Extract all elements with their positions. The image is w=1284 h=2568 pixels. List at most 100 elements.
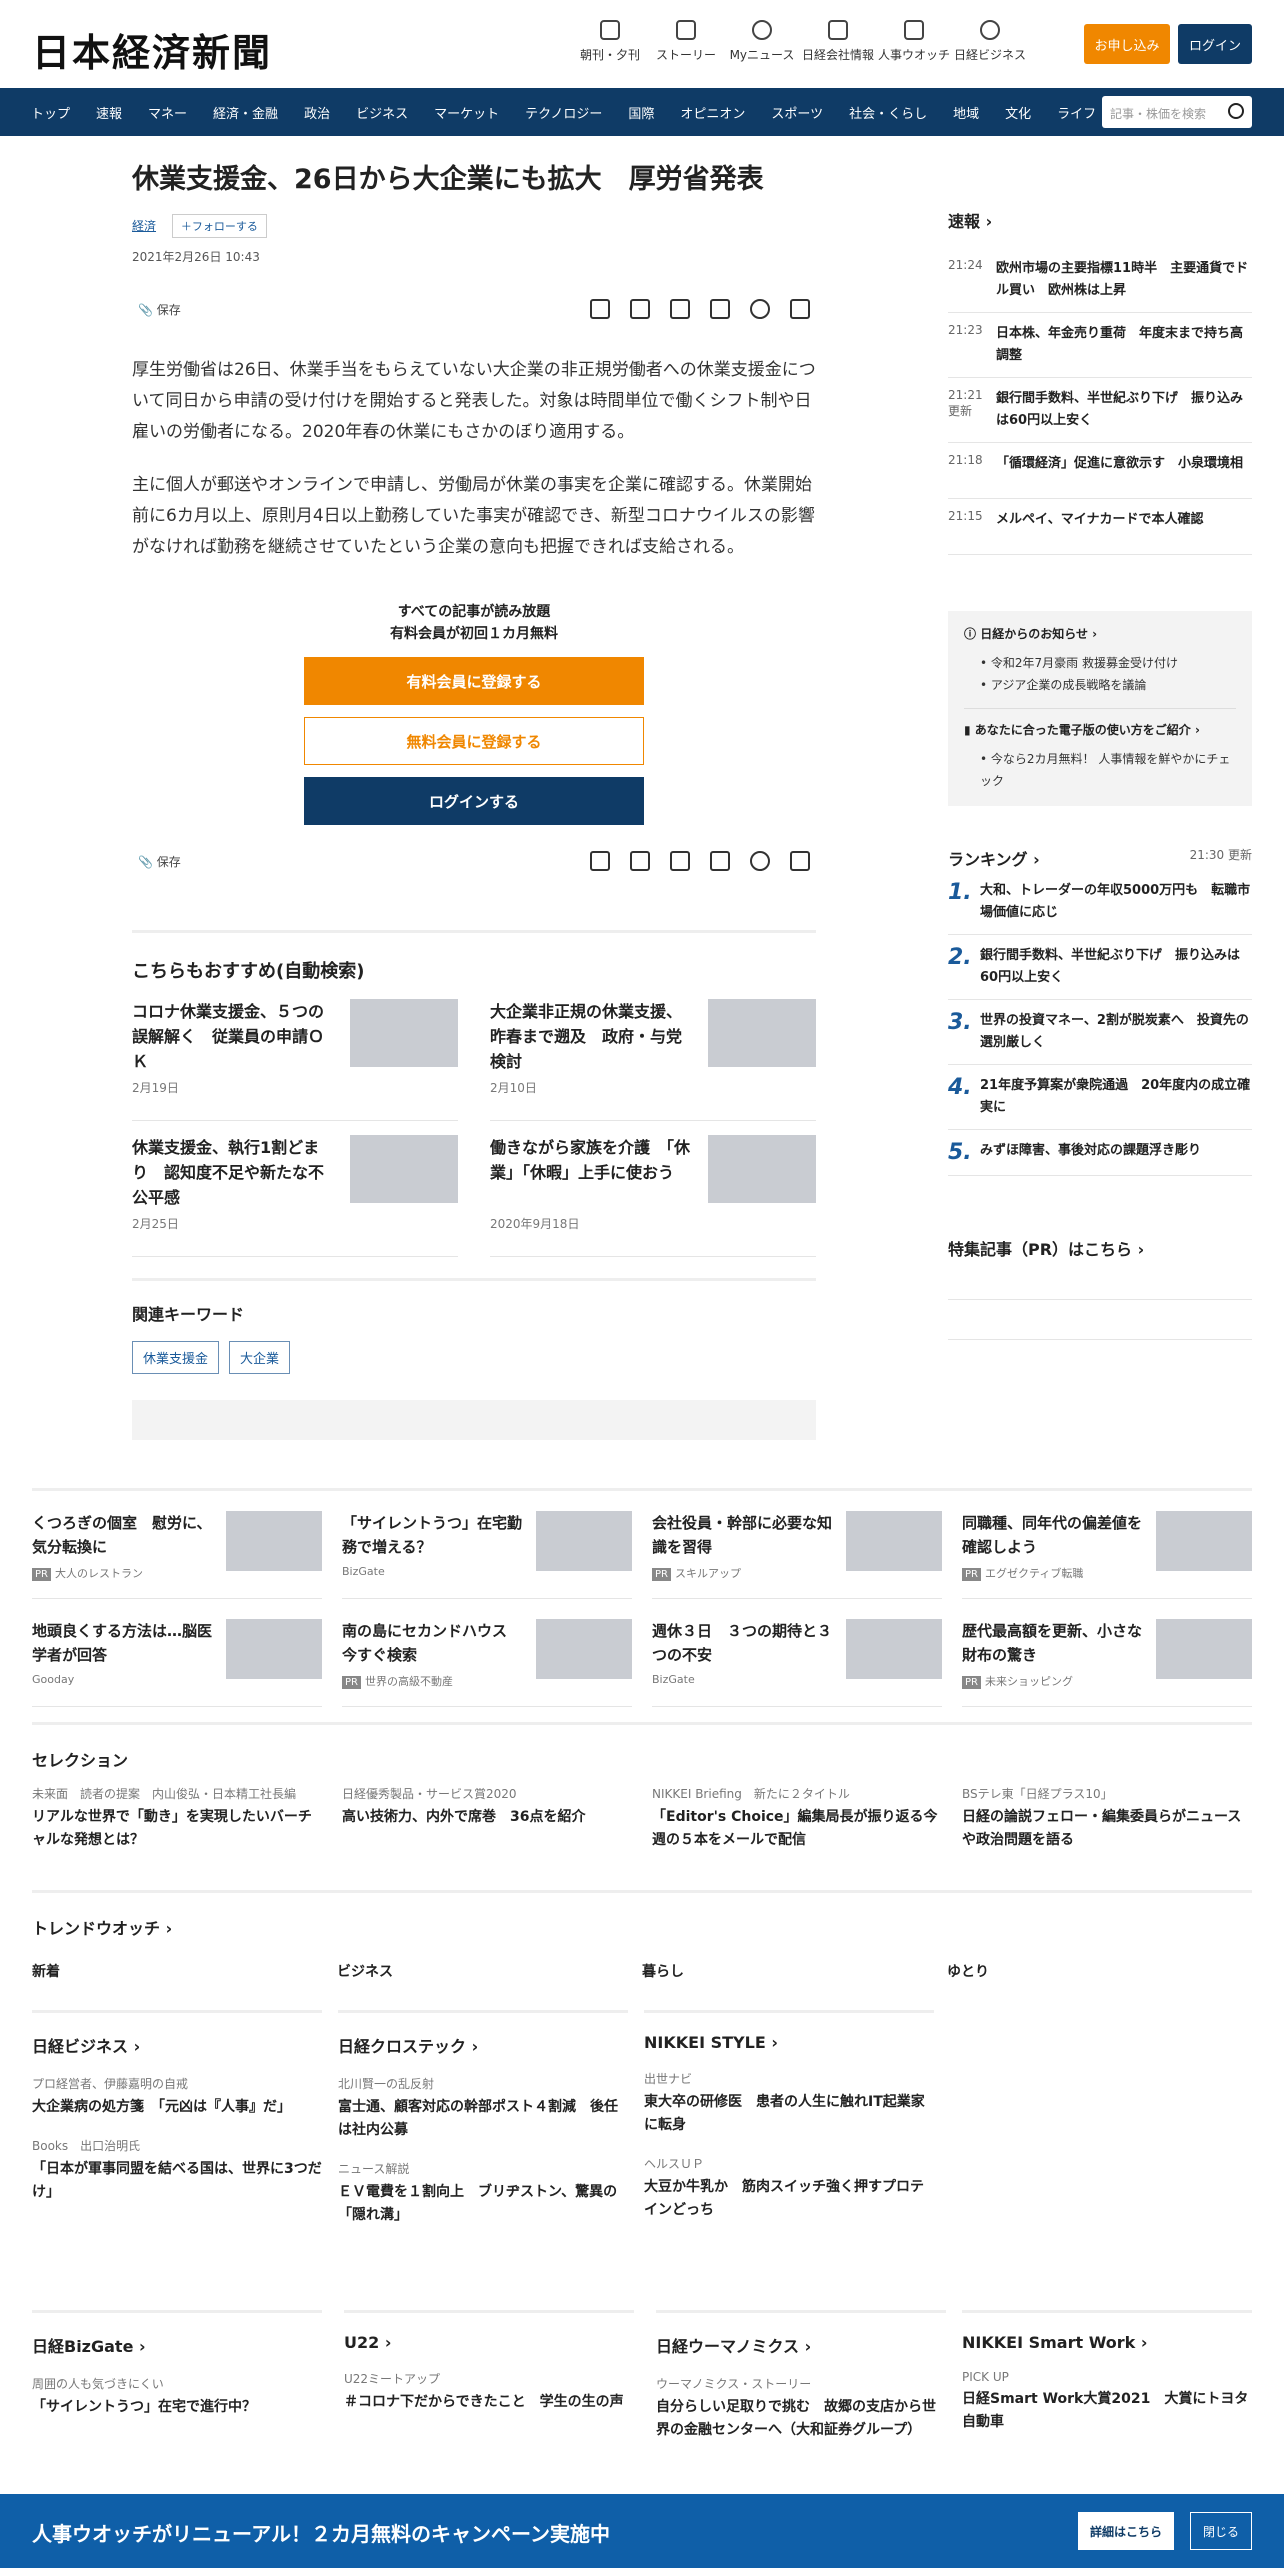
flash-item[interactable]: 21:23 日本株、年金売り重荷 年度末まで持ち高調整 (948, 313, 1252, 378)
share-icon[interactable] (790, 299, 810, 319)
media-entry[interactable]: 周囲の人も気づきにくい 「サイレントうつ」在宅で進行中？ (32, 2375, 322, 2419)
mail-icon[interactable] (630, 851, 650, 871)
flash-item[interactable]: 21:18 「循環経済」促進に意欲示す 小泉環境相 (948, 443, 1252, 499)
ranking-title[interactable]: ランキング › (948, 846, 1040, 870)
nav-my-news[interactable]: Myニュース (724, 20, 800, 63)
media-entry[interactable]: ヘルスＵＰ 大豆か牛乳か 筋肉スイッチ強く押すプロテインどっち (644, 2155, 934, 2222)
flash-item[interactable]: 21:24 欧州市場の主要指標11時半 主要通貨でドル買い 欧州株は上昇 (948, 248, 1252, 313)
ranking-item[interactable]: 4. 21年度予算案が衆院通過 20年度内の成立確実に (948, 1065, 1252, 1130)
trend-tab[interactable]: ビジネス (337, 1961, 642, 1981)
ranking-item[interactable]: 3. 世界の投資マネー、2割が脱炭素へ 投資先の選別厳しく (948, 1000, 1252, 1065)
ad-card[interactable]: 会社役員・幹部に必要な知識を習得 PR スキルアップ (652, 1511, 942, 1599)
recommend-card[interactable]: 大企業非正規の休業支援、昨春まで遡及 政府・与党検討 2月10日 (490, 999, 816, 1121)
gnav-item[interactable]: ビジネス (343, 103, 421, 122)
twitter-icon[interactable] (710, 299, 730, 319)
gnav-item[interactable]: ライフ (1044, 103, 1109, 122)
bookmark-icon[interactable] (670, 851, 690, 871)
ad-card[interactable]: 同職種、同年代の偏差値を確認しよう PR エグゼクティブ転職 (962, 1511, 1252, 1599)
gnav-item[interactable]: 政治 (291, 103, 343, 122)
media-entry[interactable]: Books 出口治明氏 「日本が軍事同盟を結べる国は、世界に3つだけ」 (32, 2137, 322, 2204)
media-head[interactable]: NIKKEI Smart Work › (962, 2310, 1252, 2352)
gnav-item[interactable]: トップ (18, 103, 83, 122)
notice-item[interactable]: • アジア企業の成長戦略を議論 (980, 674, 1236, 696)
gnav-item[interactable]: スポーツ (758, 103, 836, 122)
share-icon[interactable] (790, 851, 810, 871)
flash-item[interactable]: 21:15 メルペイ、マイナカードで本人確認 (948, 499, 1252, 555)
media-head[interactable]: NIKKEI STYLE › (644, 2010, 934, 2052)
save-button[interactable]: 📎 保存 (138, 853, 181, 870)
gnav-item[interactable]: 国際 (615, 103, 667, 122)
media-head[interactable]: 日経ウーマノミクス › (656, 2310, 946, 2357)
media-entry[interactable]: プロ経営者、伊藤嘉明の自戒 大企業病の処方箋 「元凶は『人事』だ」 (32, 2075, 322, 2119)
gnav-item[interactable]: 経済・金融 (200, 103, 291, 122)
banner-close-button[interactable]: 閉じる (1190, 2512, 1252, 2550)
keyword-tag[interactable]: 大企業 (229, 1341, 291, 1374)
selection-item[interactable]: 未来面 読者の提案 内山俊弘・日本精工社長編 リアルな世界で「動き」を実現したいバ… (32, 1785, 322, 1852)
follow-button[interactable]: ＋フォローする (171, 214, 267, 238)
ad-card[interactable]: 「サイレントうつ」在宅勤務で増える？ BizGate (342, 1511, 632, 1599)
gnav-item[interactable]: 文化 (992, 103, 1044, 122)
gnav-item[interactable]: テクノロジー (512, 103, 615, 122)
recommend-card[interactable]: コロナ休業支援金、５つの誤解解く 従業員の申請ＯＫ 2月19日 (132, 999, 458, 1121)
subscribe-button[interactable]: お申し込み (1084, 24, 1170, 64)
media-entry[interactable]: U22ミートアップ ＃コロナ下だからできたこと 学生の生の声 (344, 2370, 634, 2414)
media-entry[interactable]: PICK UP 日経Smart Work大賞2021 大賞にトヨタ自動車 (962, 2370, 1252, 2434)
selection-item[interactable]: 日経優秀製品・サービス賞2020 高い技術力、内外で席巻 36点を紹介 (342, 1785, 632, 1852)
mail-icon[interactable] (630, 299, 650, 319)
facebook-icon[interactable] (750, 851, 770, 871)
selection-item[interactable]: NIKKEI Briefing 新たに２タイトル 「Editor's Choice… (652, 1785, 942, 1852)
media-head[interactable]: 日経クロステック › (338, 2010, 628, 2057)
paid-register-button[interactable]: 有料会員に登録する (304, 657, 644, 705)
search-input[interactable]: 記事・株価を検索 (1102, 96, 1252, 128)
trend-tab[interactable]: 新着 (32, 1961, 337, 1981)
keyword-tag[interactable]: 休業支援金 (132, 1341, 220, 1374)
trend-tab[interactable]: ゆとり (947, 1961, 1252, 1981)
site-logo[interactable]: 日本経済新聞 (32, 22, 272, 77)
media-head[interactable]: 日経BizGate › (32, 2310, 322, 2357)
gnav-item[interactable]: 速報 (83, 103, 135, 122)
banner-detail-button[interactable]: 詳細はこちら (1078, 2512, 1174, 2550)
ad-card[interactable]: 南の島にセカンドハウス 今すぐ検索 PR 世界の高級不動産 (342, 1619, 632, 1707)
notice-title[interactable]: ⓘ 日経からのお知らせ › (964, 625, 1236, 642)
notice-item[interactable]: • 令和2年7月豪雨 救援募金受け付け (980, 652, 1236, 674)
ad-card[interactable]: くつろぎの個室 慰労に、気分転換に PR 大人のレストラン (32, 1511, 322, 1599)
ranking-item[interactable]: 2. 銀行間手数料、半世紀ぶり下げ 振り込みは60円以上安く (948, 935, 1252, 1000)
media-head[interactable]: U22 › (344, 2310, 634, 2352)
login-button[interactable]: ログインする (304, 777, 644, 825)
header-login-button[interactable]: ログイン (1178, 24, 1252, 64)
gnav-item[interactable]: 地域 (940, 103, 992, 122)
free-register-button[interactable]: 無料会員に登録する (304, 717, 644, 765)
guide-item[interactable]: • 今なら2カ月無料！ 人事情報を鮮やかにチェック (980, 748, 1236, 792)
trend-title[interactable]: トレンドウオッチ › (32, 1915, 1252, 1939)
nav-company-info[interactable]: 日経会社情報 (800, 20, 876, 63)
gnav-item[interactable]: 社会・くらし (836, 103, 940, 122)
ranking-item[interactable]: 1. 大和、トレーダーの年収5000万円も 転職市場価値に応じ (948, 870, 1252, 935)
media-entry[interactable]: 出世ナビ 東大卒の研修医 患者の人生に触れIT起業家に転身 (644, 2070, 934, 2137)
ad-card[interactable]: 歴代最高額を更新、小さな財布の驚き PR 未来ショッピング (962, 1619, 1252, 1707)
search-icon[interactable] (1228, 103, 1244, 119)
gnav-item[interactable]: マーケット (421, 103, 512, 122)
media-entry[interactable]: ニュース解説 ＥＶ電費を１割向上 ブリヂストン、驚異の「隠れ溝」 (338, 2160, 628, 2227)
pr-title[interactable]: 特集記事（PR）はこちら › (948, 1236, 1252, 1260)
gnav-item[interactable]: マネー (135, 103, 200, 122)
ad-card[interactable]: 週休３日 ３つの期待と３つの不安 BizGate (652, 1619, 942, 1707)
ad-card[interactable]: 地頭良くする方法は…脳医学者が回答 Gooday (32, 1619, 322, 1707)
recommend-card[interactable]: 休業支援金、執行1割どまり 認知度不足や新たな不公平感 2月25日 (132, 1135, 458, 1257)
print-icon[interactable] (590, 851, 610, 871)
twitter-icon[interactable] (710, 851, 730, 871)
trend-tab[interactable]: 暮らし (642, 1961, 947, 1981)
flash-item[interactable]: 21:21 更新 銀行間手数料、半世紀ぶり下げ 振り込みは60円以上安く (948, 378, 1252, 443)
bookmark-icon[interactable] (670, 299, 690, 319)
flash-title[interactable]: 速報 › (948, 208, 1252, 232)
media-entry[interactable]: 北川賢一の乱反射 富士通、顧客対応の幹部ポスト４割減 後任は社内公募 (338, 2075, 628, 2142)
selection-item[interactable]: BSテレ東「日経プラス10」 日経の論説フェロー・編集委員らがニュースや政治問題を… (962, 1785, 1252, 1852)
ranking-item[interactable]: 5. みずほ障害、事後対応の課題浮き彫り (948, 1130, 1252, 1176)
category-link[interactable]: 経済 (132, 219, 156, 233)
nav-print-edition[interactable]: 朝刊・夕刊 (572, 20, 648, 63)
media-entry[interactable]: ウーマノミクス・ストーリー 自分らしい足取りで挑む 故郷の支店から世界の金融センタ… (656, 2375, 946, 2442)
recommend-card[interactable]: 働きながら家族を介護 「休業」「休暇」上手に使おう 2020年9月18日 (490, 1135, 816, 1257)
nav-personnel-watch[interactable]: 人事ウオッチ (876, 20, 952, 63)
nav-story[interactable]: ストーリー (648, 20, 724, 63)
guide-title[interactable]: ▮ あなたに合った電子版の使い方をご紹介 › (964, 721, 1236, 738)
print-icon[interactable] (590, 299, 610, 319)
